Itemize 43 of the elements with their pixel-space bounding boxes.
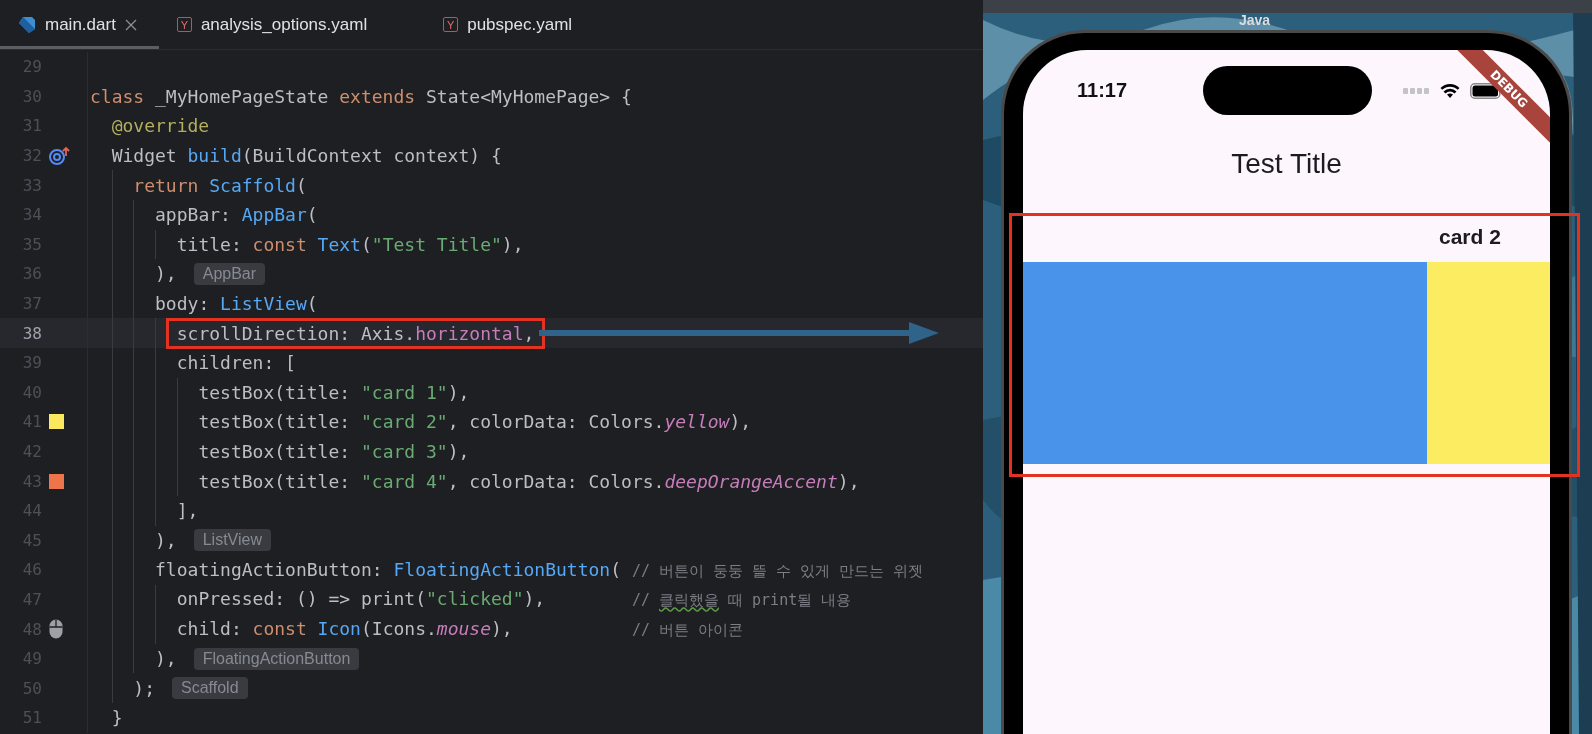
- code-line: Widget build(BuildContext context) {: [110, 144, 503, 169]
- code-line: testBox(title: "card 2", colorData: Colors.yellow),: [197, 410, 753, 435]
- code-line: appBar: AppBar(: [154, 203, 319, 228]
- file-tab[interactable]: Y analysis_options.yaml: [158, 0, 390, 49]
- code-line: class _MyHomePageState extends State<MyHomePage> {: [89, 84, 633, 109]
- code-line: onPressed: () => print("clicked"), // 클릭했을 때 print될 내용: [175, 587, 853, 612]
- file-tab[interactable]: main.dart: [0, 0, 159, 49]
- code-line: @override: [110, 114, 211, 139]
- line-number: 38: [21, 323, 42, 343]
- code-line: title: const Text("Test Title"),: [175, 232, 525, 257]
- inlay-hint: FloatingActionButton: [193, 647, 360, 670]
- app-bar-title: Test Title: [1231, 147, 1342, 180]
- card-title: card 2: [1439, 225, 1501, 249]
- override-icon[interactable]: [49, 145, 71, 166]
- code-line: ],: [175, 499, 200, 524]
- code-line: children: [: [175, 351, 297, 376]
- mouse-icon[interactable]: [49, 619, 63, 640]
- dart-icon: [18, 15, 36, 34]
- code-line: ),: [154, 647, 178, 672]
- file-tab[interactable]: Y pubspec.yaml: [425, 0, 595, 49]
- code-line: }: [110, 706, 124, 731]
- code-line: floatingActionButton: FloatingActionButton( // 버튼이 둥둥 뜰 수 있게 만드는 위젯: [154, 557, 925, 582]
- yaml-file-icon: Y: [443, 17, 459, 32]
- inlay-hint: Scaffold: [172, 677, 248, 700]
- inlay-hint: AppBar: [193, 262, 266, 285]
- code-line: testBox(title: "card 3"),: [197, 440, 471, 464]
- status-time: 11:17: [1076, 79, 1129, 102]
- color-swatch[interactable]: [49, 473, 64, 489]
- yaml-file-icon: Y: [176, 17, 192, 32]
- code-line: testBox(title: "card 4", colorData: Colors.deepOrangeAccent),: [197, 469, 861, 494]
- inlay-hint: ListView: [193, 529, 271, 552]
- desktop-icon-label: Java: [1239, 12, 1271, 28]
- code-line: );: [132, 676, 157, 701]
- code-line: child: const Icon(Icons.mouse), // 버튼 아이콘: [175, 617, 745, 642]
- color-swatch[interactable]: [49, 414, 64, 430]
- code-line: return Scaffold(: [132, 173, 308, 198]
- close-icon[interactable]: [124, 18, 137, 31]
- code-line: body: ListView(: [154, 292, 319, 317]
- signal-icon: [1403, 87, 1430, 94]
- wifi-icon: [1440, 83, 1460, 98]
- code-line: testBox(title: "card 1"),: [197, 380, 471, 405]
- code-line: ),: [154, 528, 178, 553]
- code-line: ),: [154, 262, 178, 287]
